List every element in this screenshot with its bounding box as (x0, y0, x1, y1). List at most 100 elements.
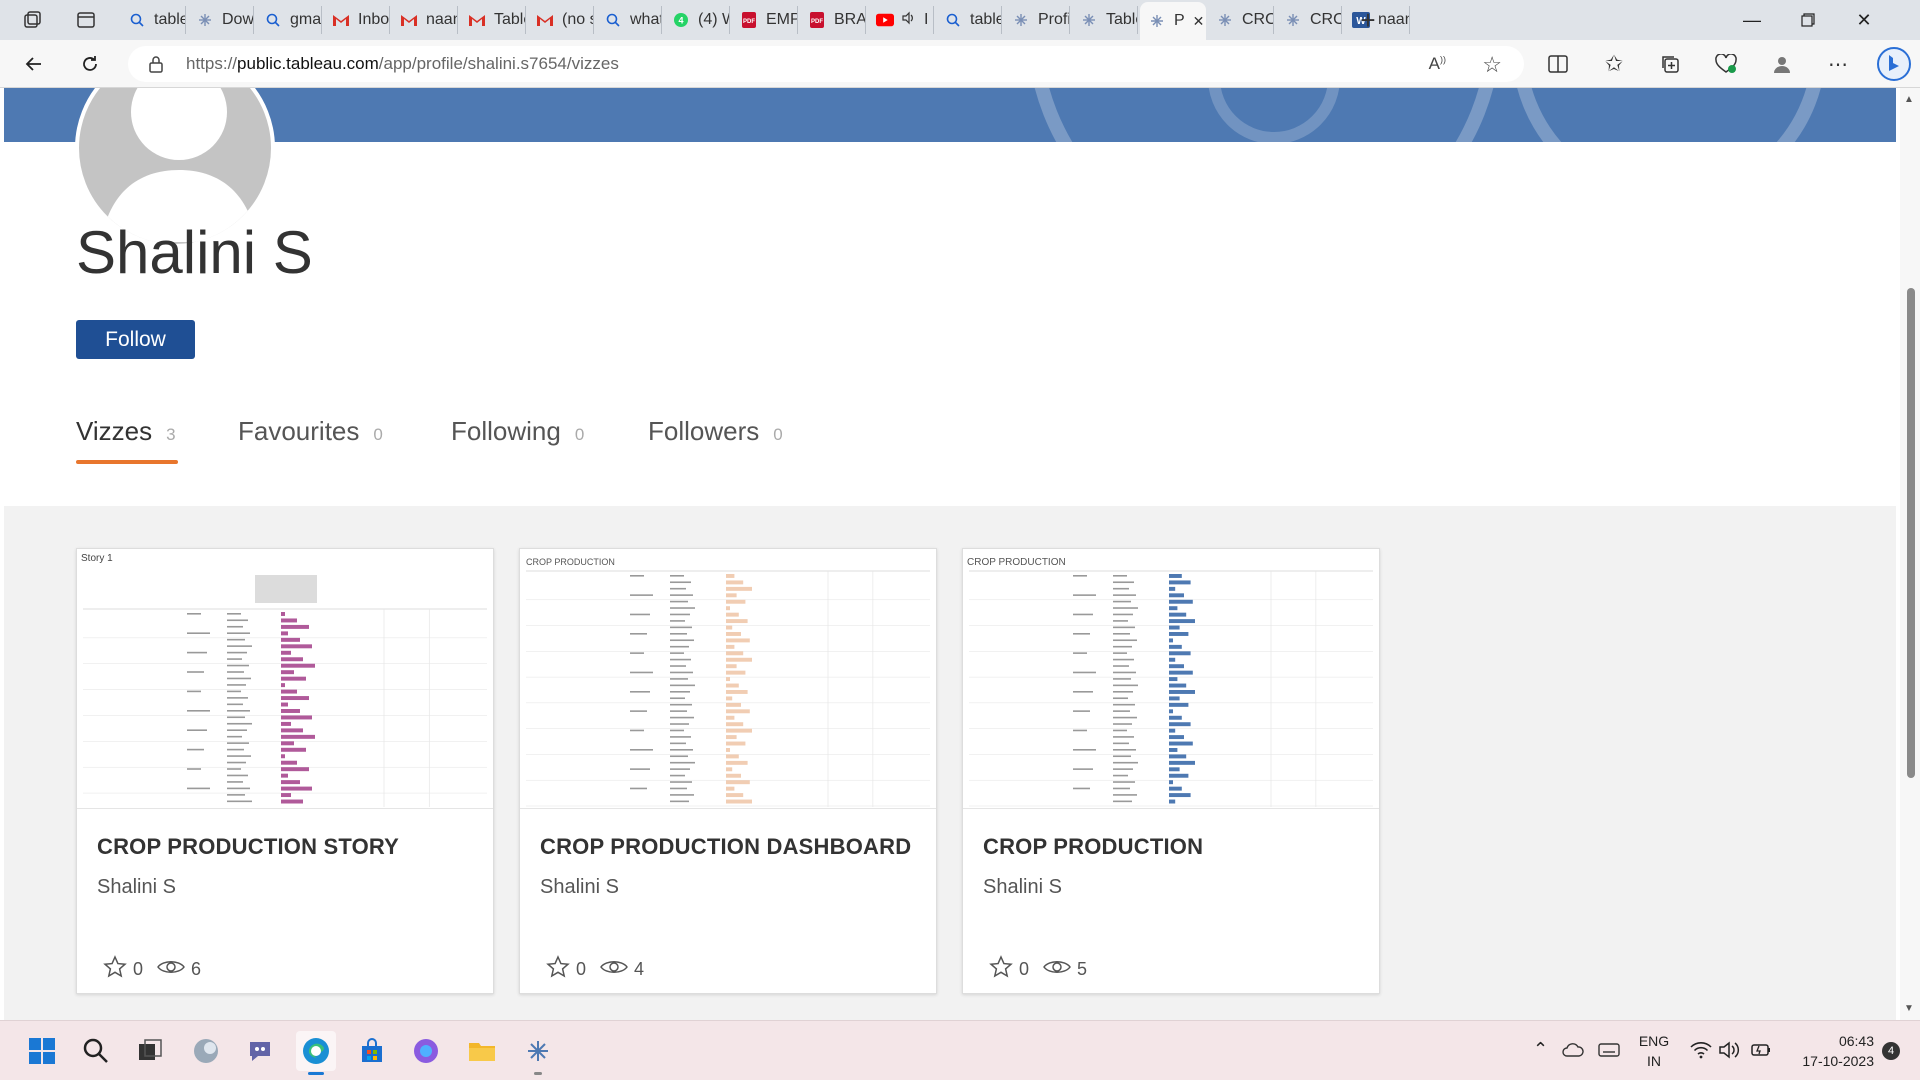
show-hidden-icons-chevron-up-icon[interactable]: ⌃ (1533, 1039, 1548, 1060)
viz-thumbnail[interactable]: CROP PRODUCTION (963, 549, 1379, 809)
thumbnail-bar (726, 651, 744, 656)
browser-tab[interactable]: I (868, 6, 934, 34)
battery-icon[interactable] (1750, 1041, 1772, 1064)
thumbnail-crop-text (670, 710, 687, 712)
viz-card[interactable]: Story 1 CROP PRODUCTION STORY Shalini S … (76, 548, 494, 994)
favorite-stat[interactable]: 0 (989, 955, 1029, 984)
task-view-icon[interactable] (130, 1031, 170, 1071)
tab-favourites[interactable]: Favourites 0 (238, 416, 383, 447)
thumbnail-crop-text (1113, 697, 1128, 700)
restore-button[interactable] (1780, 0, 1836, 40)
split-screen-icon[interactable] (1542, 48, 1574, 80)
thumbnail-bar (726, 760, 748, 765)
favorite-star-icon[interactable]: ☆ (1482, 52, 1502, 78)
browser-tab[interactable]: table (120, 6, 186, 34)
wifi-icon[interactable] (1690, 1041, 1712, 1064)
close-window-button[interactable]: ✕ (1836, 0, 1892, 40)
widgets-icon[interactable] (186, 1031, 226, 1071)
profile-icon[interactable] (1766, 48, 1798, 80)
browser-tab[interactable]: Inbox (324, 6, 390, 34)
browser-tab[interactable]: (no s (528, 6, 594, 34)
file-explorer-icon[interactable] (462, 1031, 502, 1071)
viz-thumbnail[interactable]: CROP PRODUCTION (520, 549, 936, 809)
edge-browser-icon[interactable] (296, 1031, 336, 1075)
copilot-icon[interactable] (1874, 44, 1914, 84)
refresh-button[interactable] (74, 48, 106, 80)
windows-start-icon[interactable] (22, 1031, 62, 1071)
follow-button[interactable]: Follow (76, 320, 195, 359)
volume-icon[interactable] (1718, 1041, 1740, 1064)
gmail-icon (400, 11, 418, 29)
clock[interactable]: 06:43 17-10-2023 (1784, 1031, 1874, 1071)
language-indicator[interactable]: ENG (1636, 1031, 1672, 1051)
more-options-icon[interactable]: ⋯ (1822, 48, 1854, 80)
close-tab-icon[interactable]: ✕ (1193, 13, 1205, 30)
viz-author[interactable]: Shalini S (983, 876, 1062, 899)
address-bar[interactable]: https://public.tableau.com/app/profile/s… (128, 46, 1524, 82)
tableau-icon (196, 11, 214, 29)
browser-tab[interactable]: PDF BRAII (800, 6, 866, 34)
thumbnail-bar (1169, 690, 1195, 694)
browser-tab[interactable]: 4 (4) W (664, 6, 730, 34)
workspaces-icon[interactable] (16, 6, 48, 34)
tab-followers[interactable]: Followers 0 (648, 416, 783, 447)
scroll-thumb[interactable] (1907, 288, 1915, 778)
tab-vizzes[interactable]: Vizzes 3 (76, 416, 176, 447)
onedrive-cloud-icon[interactable] (1562, 1043, 1584, 1062)
tab-audio-playing-icon[interactable] (902, 11, 916, 30)
keyboard-icon[interactable] (1598, 1043, 1620, 1062)
browser-tab[interactable]: Dowr (188, 6, 254, 34)
thumbnail-crop-text (670, 652, 684, 654)
viz-author[interactable]: Shalini S (97, 876, 176, 899)
region-indicator[interactable]: IN (1636, 1051, 1672, 1071)
thumbnail-crop-text (227, 742, 249, 744)
read-aloud-icon[interactable]: A)) (1429, 54, 1446, 74)
favorites-icon[interactable]: ✩ (1598, 48, 1630, 80)
thumbnail-bar (726, 780, 750, 785)
whatsapp-icon: 4 (672, 11, 690, 29)
viz-title[interactable]: CROP PRODUCTION (983, 834, 1203, 860)
back-button[interactable] (18, 48, 50, 80)
viz-thumbnail[interactable]: Story 1 (77, 549, 493, 809)
browser-tab[interactable]: what (596, 6, 662, 34)
browser-essentials-icon[interactable] (1710, 48, 1742, 80)
browser-tab[interactable]: CROI (1276, 6, 1342, 34)
browser-tab[interactable]: gmai (256, 6, 322, 34)
browser-tab[interactable]: table (936, 6, 1002, 34)
lock-icon[interactable] (148, 55, 164, 78)
browser-tab[interactable]: PDF EMPA (732, 6, 798, 34)
viz-title[interactable]: CROP PRODUCTION DASHBOARD (540, 834, 911, 860)
browser-tab[interactable]: CROI (1208, 6, 1274, 34)
tableau-app-icon[interactable] (518, 1031, 558, 1075)
minimize-button[interactable]: — (1724, 0, 1780, 40)
scroll-down-arrow-icon[interactable]: ▼ (1904, 1003, 1914, 1014)
browser-tab[interactable]: Table (1072, 6, 1138, 34)
collections-icon[interactable] (1654, 48, 1686, 80)
tab-actions-icon[interactable] (70, 6, 102, 34)
favorite-stat[interactable]: 0 (103, 955, 143, 984)
thumbnail-crop-text (670, 581, 691, 584)
browser-tab[interactable]: Table (460, 6, 526, 34)
thumbnail-crop-text (227, 645, 252, 647)
page-scrollbar[interactable]: ▲ ▼ (1900, 88, 1920, 1020)
browser-tab[interactable]: Profi (1004, 6, 1070, 34)
browser-tab[interactable]: naan (392, 6, 458, 34)
browser-tab-label: (4) W (698, 11, 729, 28)
new-tab-button[interactable]: + (1352, 5, 1384, 35)
thumbnail-crop-text (670, 671, 693, 674)
notification-badge[interactable]: 4 (1882, 1042, 1900, 1060)
viz-card[interactable]: CROP PRODUCTION CROP PRODUCTION Shalini … (962, 548, 1380, 994)
viz-card[interactable]: CROP PRODUCTION CROP PRODUCTION DASHBOAR… (519, 548, 937, 994)
viz-author[interactable]: Shalini S (540, 876, 619, 899)
viz-title[interactable]: CROP PRODUCTION STORY (97, 834, 399, 860)
browser-tab[interactable]: P ✕ (1140, 2, 1206, 40)
favorite-stat[interactable]: 0 (546, 955, 586, 984)
search-icon[interactable] (76, 1031, 116, 1071)
teams-chat-icon[interactable] (240, 1031, 280, 1071)
scroll-up-arrow-icon[interactable]: ▲ (1904, 94, 1914, 105)
microsoft-store-icon[interactable] (352, 1031, 392, 1071)
tab-following[interactable]: Following 0 (451, 416, 584, 447)
thumbnail-crop-text (1113, 787, 1130, 790)
copilot-app-icon[interactable] (406, 1031, 446, 1071)
thumbnail-bar (1169, 586, 1176, 591)
